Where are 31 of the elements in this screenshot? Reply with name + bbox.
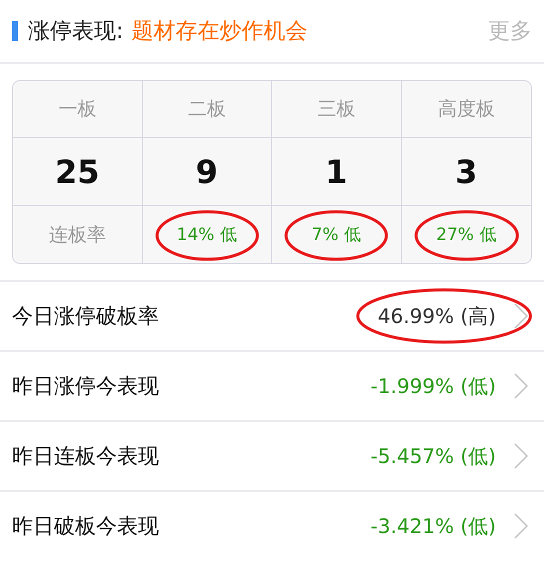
column-header: 二板: [142, 81, 272, 138]
table-cell-text: 14% 低: [176, 224, 237, 246]
list-row[interactable]: 昨日涨停今表现 -1.999% (低): [0, 350, 544, 420]
list-row[interactable]: 今日涨停破板率 46.99% (高): [0, 280, 544, 350]
row-label: 昨日破板今表现: [12, 513, 159, 540]
table-cell: 9: [142, 138, 272, 206]
table-cell-text: 27% 低: [436, 224, 496, 246]
row-value: 46.99% (高): [378, 302, 496, 330]
chevron-icon: [514, 373, 528, 399]
row-label: 昨日连板今表现: [12, 443, 159, 470]
row-value: -3.421% (低): [370, 512, 496, 540]
row-label: 昨日涨停今表现: [12, 373, 159, 400]
row-header: 连板率: [13, 206, 142, 263]
list-row[interactable]: 昨日破板今表现 -3.421% (低): [0, 490, 544, 560]
column-header: 一板: [13, 81, 142, 138]
chevron-icon: [514, 443, 528, 469]
table-cell-text: 7% 低: [312, 224, 361, 246]
list-row[interactable]: 昨日连板今表现 -5.457% (低): [0, 420, 544, 490]
table-cell: 3: [402, 138, 531, 206]
chevron-icon: [514, 513, 528, 539]
section-marker: [12, 21, 18, 41]
table-cell: 25: [13, 138, 142, 206]
column-header: 高度板: [402, 81, 531, 138]
section-title: 涨停表现:: [28, 18, 124, 46]
row-value: -5.457% (低): [370, 442, 496, 470]
theme-text: 题材存在炒作机会: [131, 18, 308, 46]
row-label: 今日涨停破板率: [12, 303, 159, 330]
table-cell: 1: [272, 138, 402, 206]
chevron-icon: [514, 303, 528, 329]
column-header: 三板: [272, 81, 402, 138]
row-value: -1.999% (低): [370, 372, 496, 400]
